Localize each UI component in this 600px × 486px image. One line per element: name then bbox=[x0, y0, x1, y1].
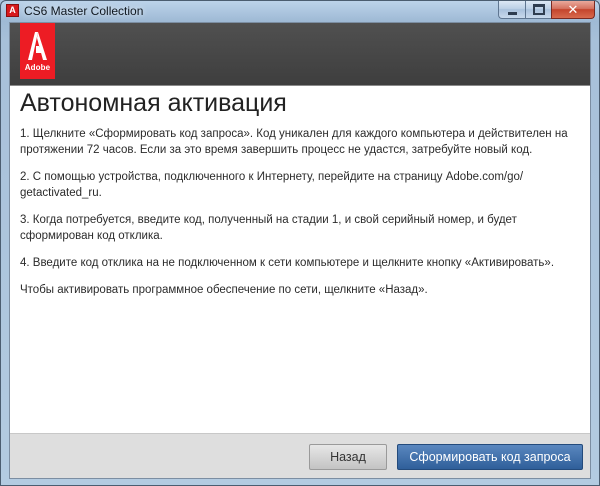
back-button[interactable]: Назад bbox=[309, 444, 387, 470]
adobe-a-icon bbox=[28, 32, 47, 60]
title-bar[interactable]: A CS6 Master Collection ✕ bbox=[1, 1, 599, 21]
close-button[interactable]: ✕ bbox=[551, 1, 595, 19]
window-controls: ✕ bbox=[498, 1, 595, 20]
installer-window: A CS6 Master Collection ✕ Adobe Автономн… bbox=[0, 0, 600, 486]
window-title: CS6 Master Collection bbox=[24, 4, 144, 18]
page-title: Автономная активация bbox=[20, 89, 287, 117]
maximize-button[interactable] bbox=[525, 1, 551, 19]
instruction-step-2: 2. С помощью устройства, подключенного к… bbox=[20, 171, 524, 199]
footer-bar: Назад Сформировать код запроса bbox=[10, 433, 590, 478]
maximize-icon bbox=[532, 4, 545, 15]
generate-request-code-button[interactable]: Сформировать код запроса bbox=[397, 444, 583, 470]
adobe-app-icon: A bbox=[6, 4, 19, 17]
adobe-logo-text: Adobe bbox=[24, 63, 51, 72]
dialog-content: Adobe Автономная активация 1. Щелкните «… bbox=[9, 22, 591, 479]
online-activation-note: Чтобы активировать программное обеспечен… bbox=[20, 284, 428, 296]
instruction-step-1: 1. Щелкните «Сформировать код запроса». … bbox=[20, 128, 568, 156]
instruction-step-3: 3. Когда потребуется, введите код, получ… bbox=[20, 214, 517, 242]
minimize-icon bbox=[507, 11, 517, 15]
instruction-step-4: 4. Введите код отклика на не подключенно… bbox=[20, 257, 555, 269]
adobe-logo: Adobe bbox=[20, 23, 55, 79]
close-icon: ✕ bbox=[567, 1, 579, 17]
instructions: 1. Щелкните «Сформировать код запроса». … bbox=[20, 126, 580, 309]
header-band: Adobe bbox=[10, 23, 590, 86]
minimize-button[interactable] bbox=[498, 1, 525, 19]
